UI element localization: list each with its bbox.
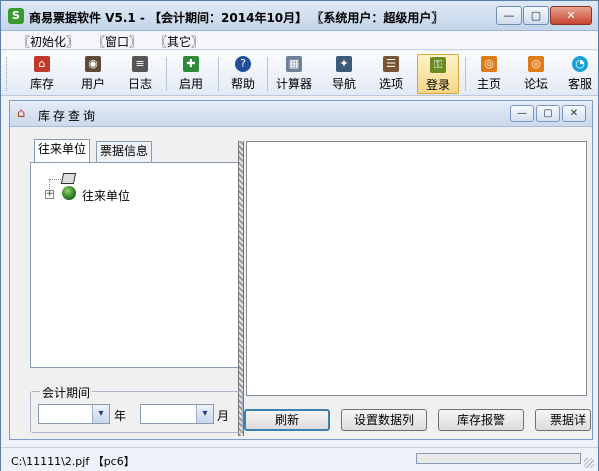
user-icon: ◉ [85,56,101,72]
toolbar-enable-button[interactable]: ✚ 启用 [171,54,211,94]
inner-maximize-button[interactable]: ▢ [536,105,560,122]
accounting-period-legend: 会计期间 [40,384,93,401]
toolbar-homepage-button[interactable]: ◎ 主页 [469,54,509,94]
tab-bill-info[interactable]: 票据信息 [96,141,153,162]
toolbar-help-button[interactable]: ? 帮助 [223,54,263,94]
stock-query-title: 库存查询 [38,109,99,123]
toolbar-user-label: 用户 [80,77,105,91]
home-icon: ⌂ [34,56,50,72]
stock-data-grid[interactable] [246,141,587,396]
toolbar-support-label: 客服 [567,77,592,91]
toolbar-forum-label: 论坛 [523,77,548,91]
chevron-down-icon[interactable]: ▾ [92,405,109,423]
stock-alert-button[interactable]: 库存报警 [438,409,524,431]
toolbar-stock-label: 库存 [29,77,54,91]
status-progress-bar [416,453,581,464]
enable-icon: ✚ [183,56,199,72]
toolbar-options-button[interactable]: ☰ 选项 [371,54,411,94]
tree-expand-button[interactable]: + [45,190,54,199]
menu-other[interactable]: 〖其它〗 [155,33,203,50]
toolbar-forum-button[interactable]: ◎ 论坛 [516,54,556,94]
toolbar-grip[interactable] [6,57,9,91]
stock-query-title-bar[interactable]: ⌂ 库存查询 — ▢ ✕ [10,101,592,127]
year-select[interactable]: ▾ [38,404,110,424]
tree-root-icon [60,173,77,184]
month-select[interactable]: ▾ [140,404,214,424]
calculator-icon: ▦ [286,56,302,72]
tab-contacts[interactable]: 往来单位 [34,139,91,162]
year-unit-label: 年 [114,409,127,423]
title-bar[interactable]: S 商易票据软件 V5.1 - 【会计期间：2014年10月】 〖系统用户：超级… [1,1,598,31]
navigation-icon: ✦ [336,56,352,72]
chevron-down-icon[interactable]: ▾ [196,405,213,423]
help-icon: ? [235,56,251,72]
set-columns-button[interactable]: 设置数据列 [341,409,427,431]
resize-grip[interactable] [584,458,594,468]
inner-close-button[interactable]: ✕ [562,105,586,122]
app-logo-icon: S [8,8,24,24]
inner-minimize-button[interactable]: — [510,105,534,122]
toolbar-navigation-button[interactable]: ✦ 导航 [324,54,364,94]
contacts-tree: + 往来单位 [30,162,239,368]
menu-init[interactable]: 〖初始化〗 [18,33,78,50]
toolbar-navigation-label: 导航 [331,77,356,91]
options-icon: ☰ [383,56,399,72]
forum-icon: ◎ [528,56,544,72]
refresh-button[interactable]: 刷新 [244,409,330,431]
toolbar: ⌂ 库存 ◉ 用户 ≡ 日志 ✚ 启用 ? 帮助 ▦ 计算器 ✦ 导航 ☰ 选项… [1,51,598,96]
tree-node-contacts[interactable]: 往来单位 [82,187,130,204]
minimize-button[interactable]: — [496,6,522,25]
log-icon: ≡ [132,56,148,72]
support-icon: ◔ [572,56,588,72]
stock-query-window-controls: — ▢ ✕ [510,105,586,122]
status-bar: C:\11111\2.pjf 【pc6】 [1,447,598,471]
month-unit-label: 月 [217,409,230,423]
toolbar-help-label: 帮助 [230,77,255,91]
bill-detail-button[interactable]: 票据详 [535,409,591,431]
toolbar-separator [166,57,167,91]
home-icon: ⌂ [17,106,26,121]
toolbar-separator [465,57,466,91]
toolbar-login-label: 登录 [425,78,450,92]
menu-bar: 〖初始化〗 〖窗口〗 〖其它〗 [1,31,598,50]
globe-icon [62,186,76,200]
window-title: 商易票据软件 V5.1 - 【会计期间：2014年10月】 〖系统用户：超级用户… [29,11,444,25]
main-window: S 商易票据软件 V5.1 - 【会计期间：2014年10月】 〖系统用户：超级… [0,0,599,471]
status-file-path: C:\11111\2.pjf 【pc6】 [11,455,135,468]
toolbar-options-label: 选项 [378,77,403,91]
menu-window[interactable]: 〖窗口〗 [93,33,141,50]
toolbar-calculator-button[interactable]: ▦ 计算器 [272,54,316,94]
toolbar-calculator-label: 计算器 [275,77,312,91]
window-controls: — ▢ ✕ [496,6,592,25]
tree-area: + 往来单位 [41,171,241,211]
toolbar-log-label: 日志 [127,77,152,91]
toolbar-support-button[interactable]: ◔ 客服 [563,54,597,94]
login-key-icon: ⚿ [430,57,446,73]
toolbar-separator [267,57,268,91]
toolbar-login-button[interactable]: ⚿ 登录 [417,54,459,94]
toolbar-enable-label: 启用 [178,77,203,91]
toolbar-separator [218,57,219,91]
rss-home-icon: ◎ [481,56,497,72]
accounting-period-group: 会计期间 ▾ 年 ▾ 月 [30,384,243,433]
toolbar-homepage-label: 主页 [476,77,501,91]
toolbar-log-button[interactable]: ≡ 日志 [120,54,160,94]
toolbar-stock-button[interactable]: ⌂ 库存 [22,54,62,94]
stock-query-window: ⌂ 库存查询 — ▢ ✕ 往来单位 票据信息 + 往来单位 会计期间 ▾ 年 ▾… [9,100,593,440]
maximize-button[interactable]: ▢ [523,6,549,25]
toolbar-user-button[interactable]: ◉ 用户 [73,54,113,94]
close-button[interactable]: ✕ [550,6,592,25]
